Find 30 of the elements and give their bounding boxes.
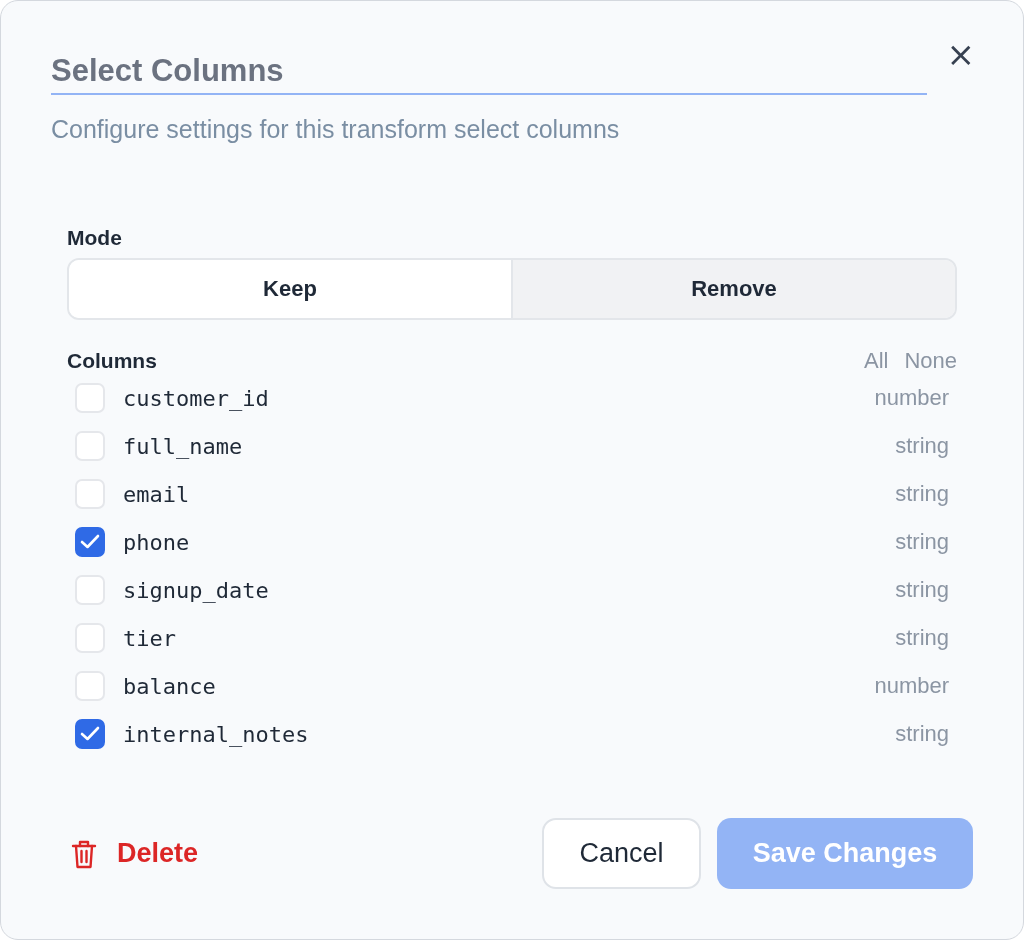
dialog-subtitle: Configure settings for this transform select columns bbox=[51, 115, 621, 144]
delete-button[interactable]: Delete bbox=[51, 838, 199, 869]
column-name: email bbox=[123, 481, 191, 507]
checkmark-icon bbox=[80, 726, 100, 742]
column-type: string bbox=[895, 529, 949, 555]
column-name: signup_date bbox=[123, 577, 270, 603]
column-type: number bbox=[874, 385, 949, 411]
trash-icon bbox=[71, 838, 97, 869]
mode-option[interactable]: Remove bbox=[511, 260, 955, 318]
mode-option[interactable]: Keep bbox=[69, 260, 511, 318]
column-name: internal_notes bbox=[123, 721, 310, 747]
column-type: string bbox=[895, 721, 949, 747]
checkbox[interactable] bbox=[75, 527, 105, 557]
cancel-button[interactable]: Cancel bbox=[542, 818, 701, 889]
column-name: phone bbox=[123, 529, 191, 555]
column-name: full_name bbox=[123, 433, 244, 459]
column-type: number bbox=[874, 673, 949, 699]
mode-label: Mode bbox=[67, 226, 123, 250]
column-name: tier bbox=[123, 625, 177, 651]
columns-label: Columns bbox=[67, 349, 158, 373]
column-name: customer_id bbox=[123, 385, 270, 411]
checkbox[interactable] bbox=[75, 719, 105, 749]
column-type: string bbox=[895, 577, 949, 603]
column-type: string bbox=[895, 625, 949, 651]
checkmark-icon bbox=[80, 534, 100, 550]
dialog-title: Select Columns bbox=[51, 41, 927, 95]
column-name: balance bbox=[123, 673, 217, 699]
close-button[interactable]: × bbox=[946, 37, 975, 71]
column-type: string bbox=[895, 433, 949, 459]
column-type: string bbox=[895, 481, 949, 507]
